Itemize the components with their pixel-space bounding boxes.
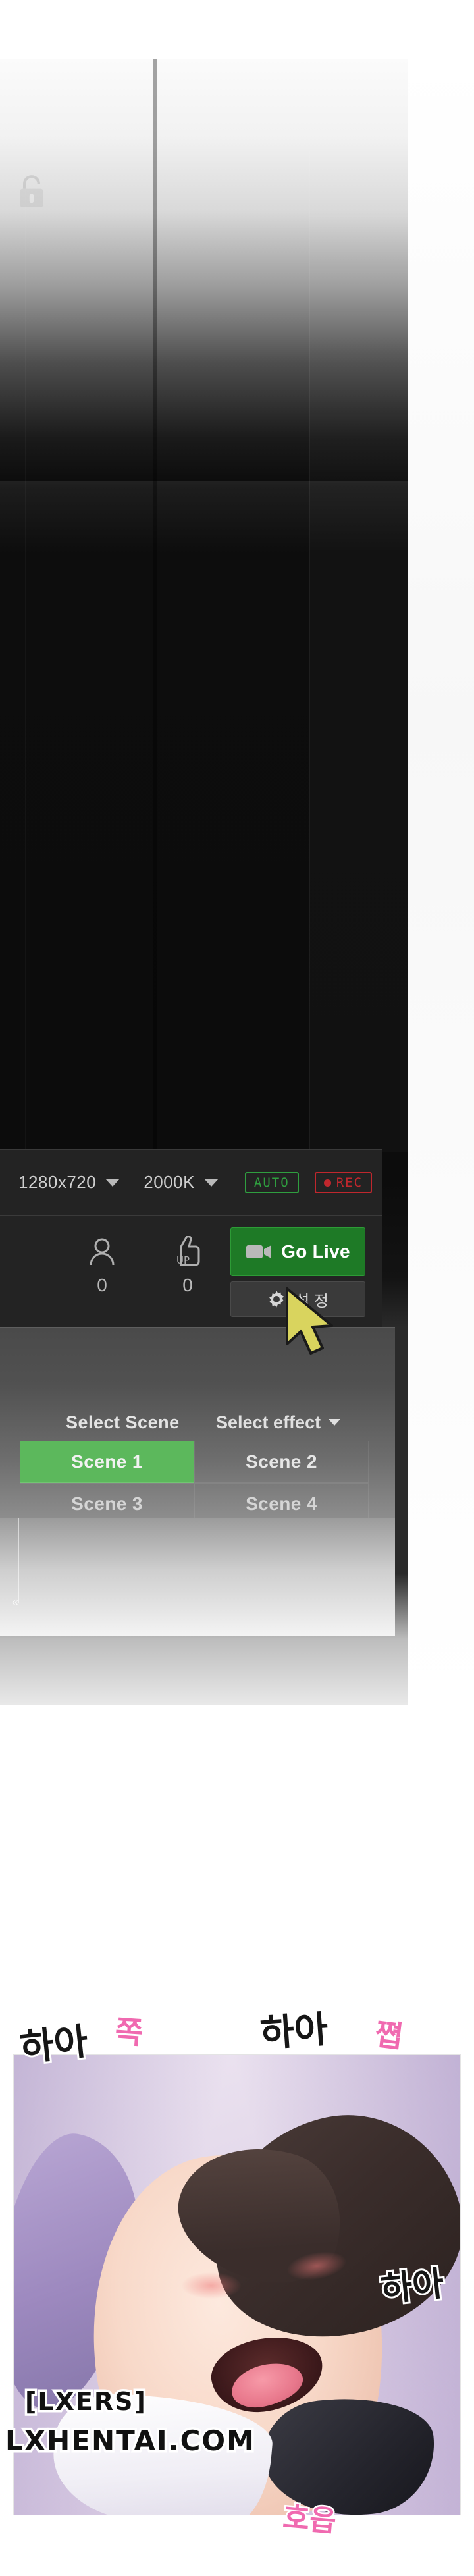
right-gutter bbox=[408, 59, 474, 1705]
sfx-text: 호읍 bbox=[280, 2499, 339, 2540]
like-count-stat: UP 0 bbox=[151, 1230, 224, 1296]
chevron-down-icon bbox=[105, 1178, 120, 1187]
watermark-group: [LXERS] bbox=[23, 2385, 148, 2419]
scene-button-1[interactable]: Scene 1 bbox=[20, 1441, 194, 1483]
watermark-site: LXHENTAI.COM bbox=[3, 2423, 257, 2459]
sfx-text: 쪕 bbox=[371, 2014, 407, 2056]
panel-seam bbox=[153, 59, 157, 1152]
record-dot-icon bbox=[323, 1179, 331, 1187]
like-count-value: 0 bbox=[182, 1275, 193, 1295]
chevron-down-icon bbox=[203, 1178, 219, 1187]
svg-text:UP: UP bbox=[176, 1254, 190, 1266]
rail-tick-mark: « bbox=[12, 1596, 19, 1609]
unlocked-padlock-icon[interactable] bbox=[14, 171, 49, 212]
gear-icon bbox=[269, 1291, 284, 1308]
rail-divider bbox=[18, 1518, 19, 1603]
chevron-down-icon bbox=[329, 1419, 341, 1426]
sfx-text: 쪽 bbox=[112, 2012, 145, 2053]
scene-picker-header: Select Scene Select effect bbox=[0, 1407, 395, 1438]
sfx-text: 하아 bbox=[377, 2262, 448, 2312]
video-camera-icon bbox=[246, 1245, 272, 1258]
go-live-label: Go Live bbox=[281, 1241, 350, 1262]
scene-picker-panel: Select Scene Select effect Scene 1 Scene… bbox=[0, 1327, 395, 1525]
panel-seam bbox=[25, 59, 26, 1152]
resolution-select[interactable]: 1280x720 bbox=[18, 1172, 120, 1193]
scene-button-2[interactable]: Scene 2 bbox=[194, 1441, 369, 1483]
select-effect-label: Select effect bbox=[216, 1412, 321, 1432]
settings-label: 설 정 bbox=[295, 1292, 329, 1310]
bitrate-value: 2000K bbox=[144, 1172, 195, 1192]
stream-toolbar: 1280x720 2000K AUTO REC bbox=[0, 1149, 382, 1215]
top-gutter bbox=[0, 0, 474, 59]
scene-grid: Scene 1 Scene 2 Scene 3 Scene 4 bbox=[20, 1441, 369, 1525]
thumbs-up-icon: UP bbox=[151, 1230, 224, 1272]
mid-gutter bbox=[0, 1705, 474, 2054]
rec-badge[interactable]: REC bbox=[314, 1171, 373, 1193]
bottom-gutter bbox=[0, 2515, 474, 2576]
viewer-count-value: 0 bbox=[97, 1275, 107, 1295]
viewer-count-stat: 0 bbox=[66, 1230, 138, 1296]
panel-lower-rail: « bbox=[0, 1518, 395, 1636]
settings-button[interactable]: 설 정 bbox=[230, 1281, 365, 1317]
sfx-text: 하아 bbox=[257, 2006, 331, 2057]
select-scene-label: Select Scene bbox=[66, 1412, 180, 1432]
stream-stats-bar: 0 UP 0 Go Live 설 정 bbox=[0, 1215, 382, 1327]
go-live-button[interactable]: Go Live bbox=[230, 1227, 365, 1276]
sfx-text: 하아 bbox=[16, 2018, 92, 2072]
panel-side-column bbox=[309, 59, 408, 1152]
rec-label: REC bbox=[336, 1175, 363, 1190]
comic-page: 1280x720 2000K AUTO REC 0 UP 0 Go Live 설… bbox=[0, 0, 474, 2576]
blush-mark bbox=[182, 2272, 241, 2299]
bitrate-select[interactable]: 2000K bbox=[144, 1172, 219, 1193]
auto-badge[interactable]: AUTO bbox=[244, 1171, 299, 1193]
select-effect-dropdown[interactable]: Select effect bbox=[216, 1412, 341, 1433]
person-icon bbox=[66, 1230, 138, 1272]
resolution-value: 1280x720 bbox=[18, 1172, 97, 1192]
panel-seam bbox=[309, 59, 310, 1152]
